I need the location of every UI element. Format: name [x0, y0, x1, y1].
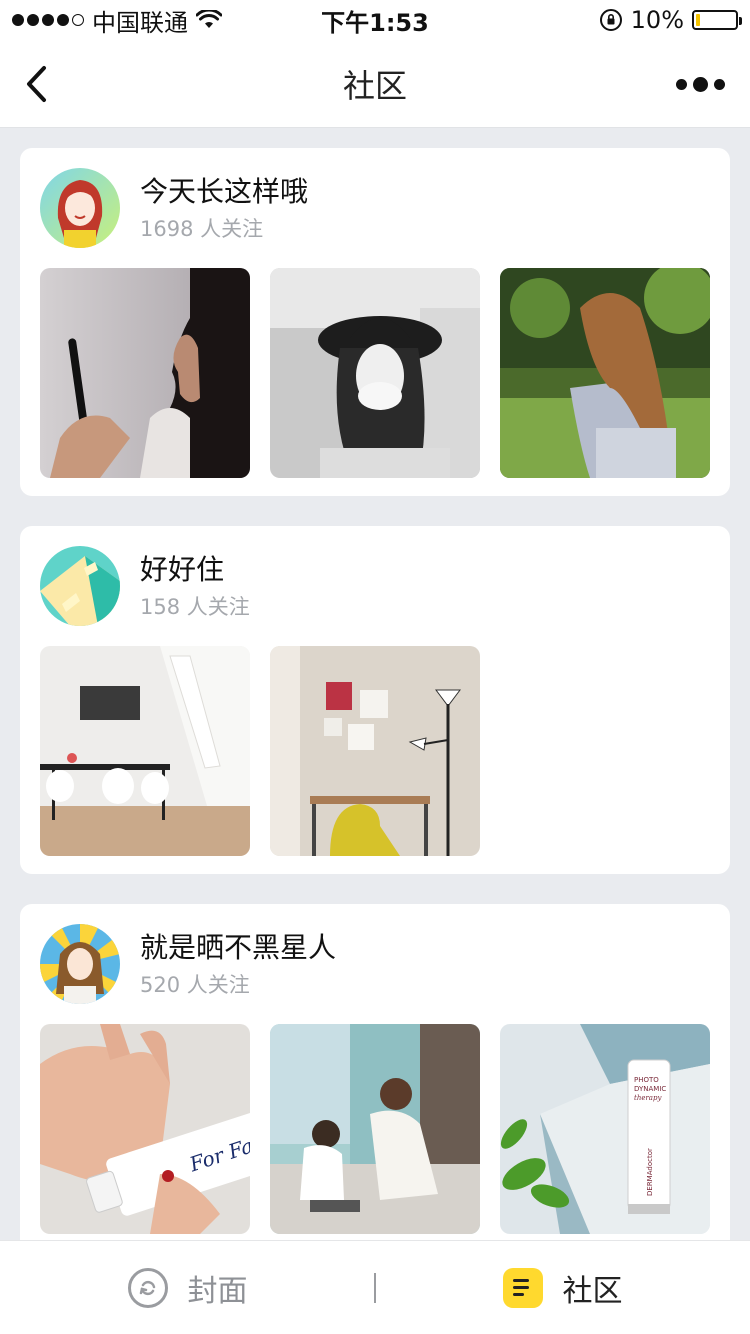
tab-community-label: 社区	[562, 1273, 623, 1309]
battery-level	[696, 14, 700, 26]
meeting-room-photo[interactable]	[40, 646, 250, 856]
group-title: 今天长这样哦	[140, 175, 309, 208]
group-header[interactable]: 好好住 158 人关注	[40, 546, 250, 626]
status-bar: 中国联通 下午1:53 10%	[0, 0, 750, 40]
more-button[interactable]	[676, 66, 726, 102]
sunscreen-hand-photo[interactable]: For Fan	[40, 1024, 250, 1234]
more-dot-icon	[693, 76, 708, 92]
group-title: 就是晒不黑星人	[140, 931, 337, 964]
wifi-icon	[196, 10, 222, 28]
more-dot-icon	[714, 78, 725, 90]
tab-cover[interactable]: 封面	[0, 1241, 375, 1334]
bottle-line3-text: therapy	[634, 1094, 662, 1102]
battery-percent: 10%	[630, 6, 684, 34]
sunshine-girl-avatar	[40, 924, 120, 1004]
page-title: 社区	[342, 66, 407, 105]
tab-bar: 封面 社区	[0, 1240, 750, 1334]
group-title: 好好住	[140, 553, 225, 586]
floor-lamp-room-photo[interactable]	[270, 646, 480, 856]
woman-with-mirror-photo[interactable]	[40, 268, 250, 478]
refresh-circle-icon	[127, 1267, 168, 1308]
group-photos: For Fan PHOTO DYNAMIC therapy DERMAdocto…	[40, 1024, 710, 1234]
group-card[interactable]: 就是晒不黑星人 520 人关注 For Fan PHOTO DYNAMIC th…	[20, 904, 730, 1240]
group-header[interactable]: 今天长这样哦 1698 人关注	[40, 168, 308, 248]
battery-icon	[692, 10, 742, 30]
bottle-line2-text: DYNAMIC	[634, 1085, 666, 1093]
bottle-brand-text: DERMAdoctor	[646, 1148, 654, 1196]
signal-strength-icon	[12, 14, 84, 26]
group-photos	[40, 646, 480, 856]
woman-long-hair-photo[interactable]	[500, 268, 710, 478]
woman-in-hat-photo[interactable]	[270, 268, 480, 478]
carrier-name: 中国联通	[92, 8, 188, 37]
back-button[interactable]	[16, 60, 56, 108]
status-left: 中国联通	[12, 3, 222, 38]
mother-child-photo[interactable]	[270, 1024, 480, 1234]
house-window-avatar	[40, 546, 120, 626]
more-dot-icon	[676, 78, 687, 90]
follower-count: 1698 人关注	[140, 217, 264, 241]
rotation-lock-icon	[599, 9, 622, 31]
illustrated-girl-avatar	[40, 168, 120, 248]
follower-count: 158 人关注	[140, 595, 250, 619]
skincare-bottle-photo[interactable]: PHOTO DYNAMIC therapy DERMAdoctor	[500, 1024, 710, 1234]
group-card[interactable]: 好好住 158 人关注	[20, 526, 730, 874]
group-card[interactable]: 今天长这样哦 1698 人关注	[20, 148, 730, 496]
list-lines-icon	[502, 1267, 543, 1308]
status-right: 10%	[599, 6, 742, 34]
tab-divider	[374, 1273, 376, 1303]
bottle-line1-text: PHOTO	[634, 1076, 659, 1084]
chevron-left-icon	[27, 66, 46, 102]
tab-community[interactable]: 社区	[375, 1241, 750, 1334]
tab-cover-label: 封面	[187, 1273, 248, 1309]
navigation-bar: 社区	[0, 40, 750, 128]
group-photos	[40, 268, 710, 478]
group-list[interactable]: 今天长这样哦 1698 人关注 好好住 158 人关注 就是晒不黑星人 520 …	[0, 128, 750, 1240]
group-header[interactable]: 就是晒不黑星人 520 人关注	[40, 924, 336, 1004]
follower-count: 520 人关注	[140, 973, 250, 997]
